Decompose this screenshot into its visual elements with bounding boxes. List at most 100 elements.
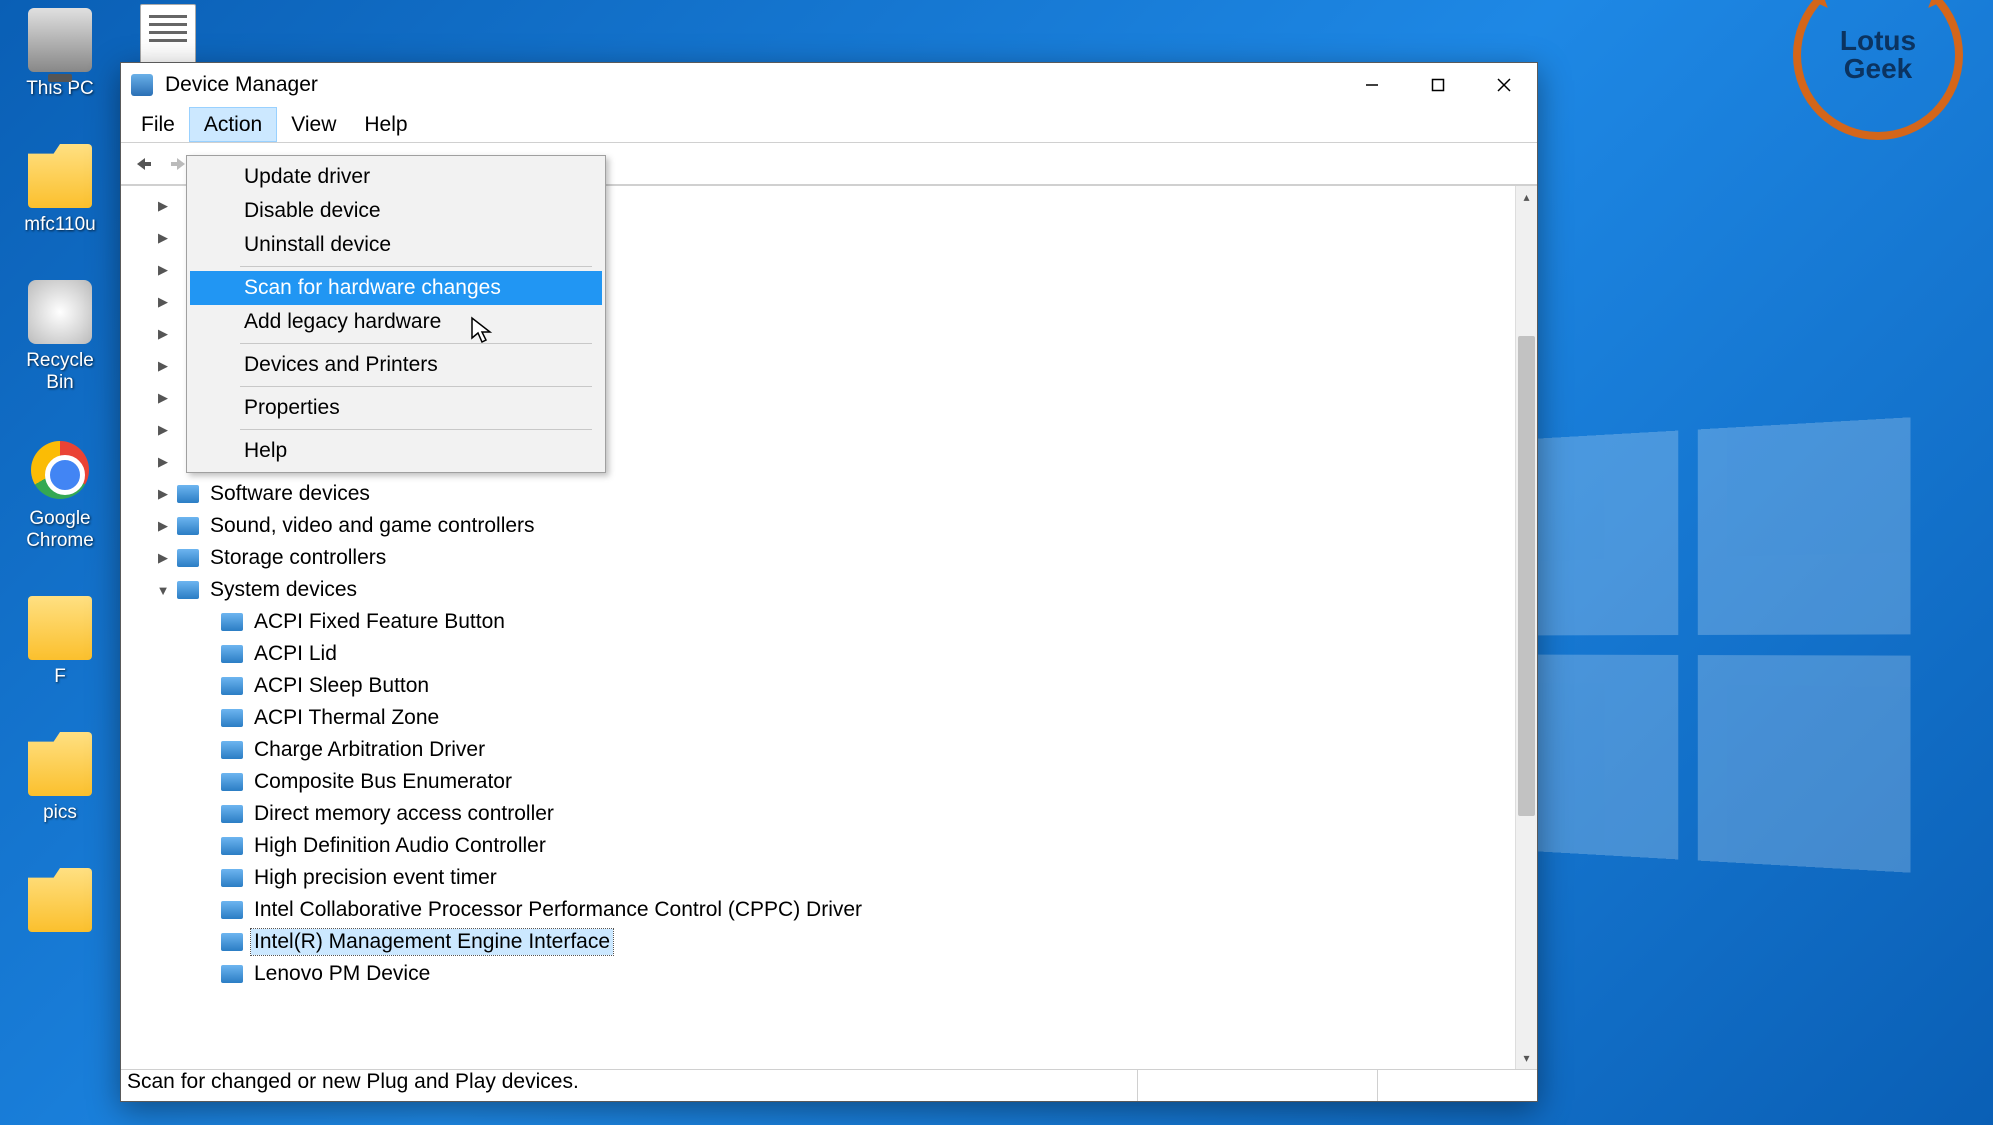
tree-item-acpi-thermal-zone[interactable]: ACPI Thermal Zone [121,702,1515,734]
action-menu-dropdown: Update driverDisable deviceUninstall dev… [186,155,606,473]
desktop-icon-pics[interactable]: pics [10,732,110,824]
node-label: ACPI Thermal Zone [251,705,442,731]
device-icon [221,677,243,695]
chevron-right-icon[interactable]: ▶ [153,454,173,470]
tree-item-direct-memory-access-controller[interactable]: Direct memory access controller [121,798,1515,830]
device-icon [221,805,243,823]
menu-item-properties[interactable]: Properties [190,391,602,425]
pc-icon [28,8,92,72]
tree-node-storage-controllers[interactable]: ▶ Storage controllers [121,542,1515,574]
node-label: Software devices [207,481,373,507]
device-icon [221,869,243,887]
desktop-icon-mfc110u[interactable]: mfc110u [10,144,110,236]
device-manager-icon [131,74,153,96]
chevron-down-icon[interactable]: ▼ [153,583,173,598]
node-label: Sound, video and game controllers [207,513,538,539]
node-label: High precision event timer [251,865,500,891]
recycle-bin-icon [28,280,92,344]
scroll-up-button[interactable]: ▴ [1516,186,1537,208]
chevron-right-icon[interactable]: ▶ [153,550,173,566]
node-label: System devices [207,577,360,603]
desktop-icon-extra[interactable] [10,868,110,932]
chevron-right-icon[interactable]: ▶ [153,198,173,214]
desktop-icon-f[interactable]: F [10,596,110,688]
tree-item-charge-arbitration-driver[interactable]: Charge Arbitration Driver [121,734,1515,766]
icon-label: Recycle Bin [10,350,110,394]
menu-separator [240,343,592,344]
device-icon [221,933,243,951]
menu-item-update-driver[interactable]: Update driver [190,160,602,194]
chevron-right-icon[interactable]: ▶ [153,390,173,406]
menu-item-uninstall-device[interactable]: Uninstall device [190,228,602,262]
tree-item-intel-r-management-engine-interface[interactable]: Intel(R) Management Engine Interface [121,926,1515,958]
desktop-icon-chrome[interactable]: Google Chrome [10,438,110,552]
menu-action[interactable]: Action [189,107,277,142]
node-label: ACPI Sleep Button [251,673,432,699]
chevron-right-icon[interactable]: ▶ [153,294,173,310]
desktop-icons: This PC mfc110u Recycle Bin Google Chrom… [0,0,120,938]
desktop-icon-this-pc[interactable]: This PC [10,8,110,100]
tree-item-composite-bus-enumerator[interactable]: Composite Bus Enumerator [121,766,1515,798]
chevron-right-icon[interactable]: ▶ [153,262,173,278]
statusbar-cell2 [1137,1070,1377,1101]
folder-icon [28,732,92,796]
chevron-right-icon[interactable]: ▶ [153,230,173,246]
minimize-icon [1365,78,1379,92]
minimize-button[interactable] [1339,63,1405,107]
menu-item-add-legacy-hardware[interactable]: Add legacy hardware [190,305,602,339]
device-icon [221,741,243,759]
tree-item-high-definition-audio-controller[interactable]: High Definition Audio Controller [121,830,1515,862]
menu-item-help[interactable]: Help [190,434,602,468]
tree-item-acpi-lid[interactable]: ACPI Lid [121,638,1515,670]
device-icon [221,773,243,791]
chrome-icon [31,441,89,499]
scroll-down-button[interactable]: ▾ [1516,1047,1537,1069]
tree-item-acpi-sleep-button[interactable]: ACPI Sleep Button [121,670,1515,702]
vertical-scrollbar[interactable]: ▴ ▾ [1515,186,1537,1069]
titlebar[interactable]: Device Manager [121,63,1537,107]
folder-icon [28,868,92,932]
close-icon [1497,78,1511,92]
tree-node-sound-video-and-game-controllers[interactable]: ▶ Sound, video and game controllers [121,510,1515,542]
tree-item-acpi-fixed-feature-button[interactable]: ACPI Fixed Feature Button [121,606,1515,638]
icon-label: F [10,666,110,688]
node-label: Intel(R) Management Engine Interface [251,929,613,955]
tree-node-software-devices[interactable]: ▶ Software devices [121,478,1515,510]
chevron-right-icon[interactable]: ▶ [153,422,173,438]
chevron-right-icon[interactable]: ▶ [153,358,173,374]
category-icon [177,581,199,599]
maximize-button[interactable] [1405,63,1471,107]
menu-separator [240,266,592,267]
node-label: Charge Arbitration Driver [251,737,488,763]
tree-node-system-devices[interactable]: ▼ System devices [121,574,1515,606]
close-button[interactable] [1471,63,1537,107]
window-controls [1339,63,1537,107]
folder-icon [28,144,92,208]
tree-item-high-precision-event-timer[interactable]: High precision event timer [121,862,1515,894]
menu-separator [240,429,592,430]
windows-logo-wallpaper [1489,417,1911,872]
chevron-right-icon[interactable]: ▶ [153,486,173,502]
menu-item-devices-and-printers[interactable]: Devices and Printers [190,348,602,382]
menu-file[interactable]: File [127,107,189,142]
brand-line2: Geek [1844,55,1913,83]
menu-item-disable-device[interactable]: Disable device [190,194,602,228]
icon-label: mfc110u [10,214,110,236]
device-icon [221,613,243,631]
chevron-right-icon[interactable]: ▶ [153,518,173,534]
scroll-thumb[interactable] [1518,336,1535,816]
window-title: Device Manager [165,73,318,97]
tree-item-lenovo-pm-device[interactable]: Lenovo PM Device [121,958,1515,990]
back-button[interactable] [129,150,157,178]
node-label: Intel Collaborative Processor Performanc… [251,897,865,923]
node-label: Storage controllers [207,545,389,571]
chevron-right-icon[interactable]: ▶ [153,326,173,342]
desktop-icon-recycle-bin[interactable]: Recycle Bin [10,280,110,394]
menu-help[interactable]: Help [350,107,421,142]
category-icon [177,517,199,535]
tree-item-intel-collaborative-processor-performance-control-cppc-driver[interactable]: Intel Collaborative Processor Performanc… [121,894,1515,926]
menu-view[interactable]: View [277,107,350,142]
statusbar-text: Scan for changed or new Plug and Play de… [125,1070,1137,1101]
menu-item-scan-for-hardware-changes[interactable]: Scan for hardware changes [190,271,602,305]
device-icon [221,709,243,727]
